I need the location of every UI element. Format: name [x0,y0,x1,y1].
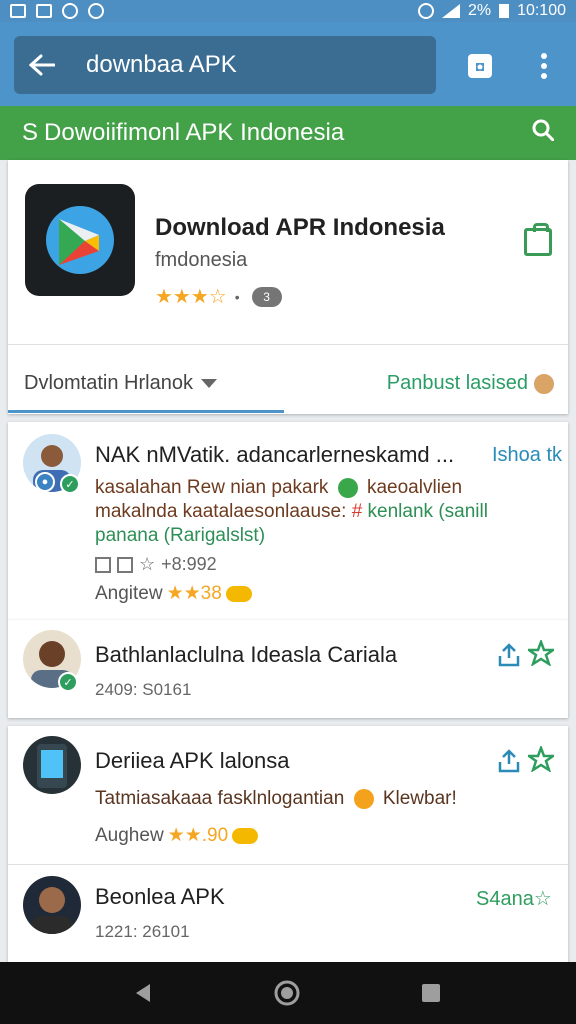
verified-icon: ✓ [60,474,80,494]
publisher-avatar[interactable] [532,372,556,396]
app-bar: downbaa APK [0,22,576,106]
share-button[interactable] [466,52,494,80]
app-title: Download APR Indonesia [155,214,445,241]
review-text-line1: kasalahan Rew nian pakark kaeoalvlien [95,477,463,498]
review-text-line3: panana (Rarigalslst) [95,525,266,546]
rating-dot: • [234,288,240,305]
star-icon[interactable] [528,746,554,772]
share-icon[interactable] [496,748,522,774]
review-title: NAK nMVatik. adancarlerneskamd ... [95,442,455,467]
review-card[interactable]: ● ✓ NAK nMVatik. adancarlerneskamd ... I… [8,422,568,620]
caret-down-icon [200,379,217,388]
app-logo[interactable] [25,184,135,296]
group-icon: ● [35,472,55,492]
banner-search-button[interactable] [532,119,555,148]
play-store-icon [46,206,114,274]
banner-title: Dowoiifimonl APK Indonesia [44,119,345,146]
review-title: Deriiea APK lalonsa [95,748,290,773]
banner-prefix: S [22,119,39,146]
system-nav-bar [0,962,576,1024]
tab-indicator [8,410,284,413]
clock-time: 10:100 [517,2,566,19]
back-button[interactable] [14,36,70,94]
sort-dropdown[interactable]: Dvlomtatin Hrlanok [24,372,217,395]
image-icon [10,4,26,18]
search-box[interactable]: downbaa APK [14,36,436,94]
star-outline-icon: ☆ [533,888,552,910]
avatar[interactable] [23,876,81,934]
copy-icon[interactable] [95,556,111,573]
battery-icon [499,4,510,18]
hash-icon: # [351,501,363,522]
review-date: 1221: 26101 [95,922,190,941]
star-icon[interactable] [528,640,554,666]
review-count: +8:992 [161,554,217,574]
more-button[interactable] [530,52,558,80]
battery-percent: 2% [467,2,492,19]
nav-back-button[interactable] [130,980,156,1006]
review-card[interactable]: ✓ Bathlanlaclulna Ideasla Cariala 2409: … [8,620,568,718]
emoji-badge-icon [232,827,259,844]
star-outline-icon[interactable]: ☆ [139,554,155,575]
app-rating: ★★★☆ • 3 [155,284,282,309]
app-developer[interactable]: fmdonesia [155,249,247,272]
review-date: 2409: S0161 [95,680,192,699]
person-photo-icon [31,887,73,934]
clock-green-icon [337,477,358,498]
more-vert-icon [541,53,547,79]
review-rating: Aughew ★★.90 [95,824,259,847]
emoji-icon [353,788,374,809]
sort-label: Dvlomtatin Hrlanok [24,372,193,394]
back-arrow-icon [29,54,55,76]
nav-home-button[interactable] [274,980,300,1006]
alarm-icon [417,3,434,19]
share-icon[interactable] [496,642,522,668]
review-title: Beonlea APK [95,884,225,909]
publish-link[interactable]: Panbust lasised [387,372,528,395]
phone-photo-icon [37,744,67,788]
shopping-bag-icon[interactable] [524,223,552,256]
review-text-line2: makalnda kaatalaesonlaause: # kenlank (s… [95,501,488,522]
content-rating-badge: 3 [251,286,282,307]
download-icon [36,4,52,18]
app-detail-card: Download APR Indonesia fmdonesia ★★★☆ • … [8,160,568,414]
clock-icon [62,3,78,19]
review-card[interactable]: Deriiea APK lalonsa Tatmiasakaaa fasklnl… [8,726,568,964]
status-bar: 2% 10:100 [0,0,576,22]
search-input[interactable]: downbaa APK [86,51,237,79]
emoji-badge-icon [225,585,252,602]
review-meta: ☆ +8:992 [95,554,217,575]
review-text-line1: Tatmiasakaaa fasklnlogantian Klewbar! [95,788,457,809]
search-icon [532,119,555,141]
share-icon [468,54,492,78]
divider [8,864,568,865]
review-rating: Angitew ★★38 [95,582,252,605]
review-side-link[interactable]: Ishoa tk [492,444,562,467]
rating-stars: ★★★☆ [155,286,227,308]
location-icon [88,3,104,19]
flag-icon[interactable] [117,556,133,573]
signal-icon [441,4,460,18]
verified-icon: ✓ [58,672,78,692]
category-banner: S Dowoiifimonl APK Indonesia [0,106,576,160]
divider [8,344,568,345]
review-title: Bathlanlaclulna Ideasla Cariala [95,642,398,667]
avatar[interactable] [23,736,81,794]
nav-recents-button[interactable] [418,980,444,1006]
review-side-link[interactable]: S4ana☆ [476,886,552,911]
